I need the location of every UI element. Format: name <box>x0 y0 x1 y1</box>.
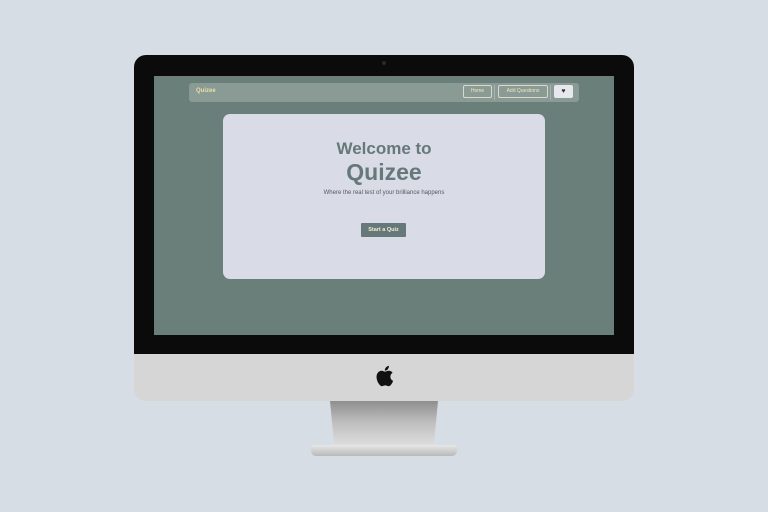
monitor-stand <box>330 401 438 447</box>
nav-add-questions-button[interactable]: Add Questions <box>498 85 548 98</box>
welcome-heading: Welcome to <box>336 139 432 158</box>
welcome-card: Welcome to Quizee Where the real test of… <box>223 114 545 279</box>
monitor-bezel: Quizee Home Add Questions ♥ Welcome to Q… <box>134 55 634 354</box>
monitor-chin <box>134 354 634 401</box>
camera-icon <box>382 61 386 65</box>
monitor-screen: Quizee Home Add Questions ♥ Welcome to Q… <box>154 76 614 335</box>
nav-home-button[interactable]: Home <box>463 85 492 98</box>
navbar: Quizee Home Add Questions ♥ <box>189 83 579 102</box>
start-quiz-button[interactable]: Start a Quiz <box>361 223 406 237</box>
heart-icon: ♥ <box>561 88 566 95</box>
monitor-stand-base <box>311 445 457 456</box>
nav-divider <box>550 85 551 100</box>
apple-logo-icon <box>376 365 394 387</box>
brand-logo[interactable]: Quizee <box>196 88 216 94</box>
hero-tagline: Where the real test of your brilliance h… <box>323 190 445 196</box>
favorites-button[interactable]: ♥ <box>554 85 573 98</box>
hero-title: Quizee <box>346 159 422 185</box>
nav-divider <box>494 85 495 100</box>
desktop-mockup: Quizee Home Add Questions ♥ Welcome to Q… <box>0 0 768 512</box>
